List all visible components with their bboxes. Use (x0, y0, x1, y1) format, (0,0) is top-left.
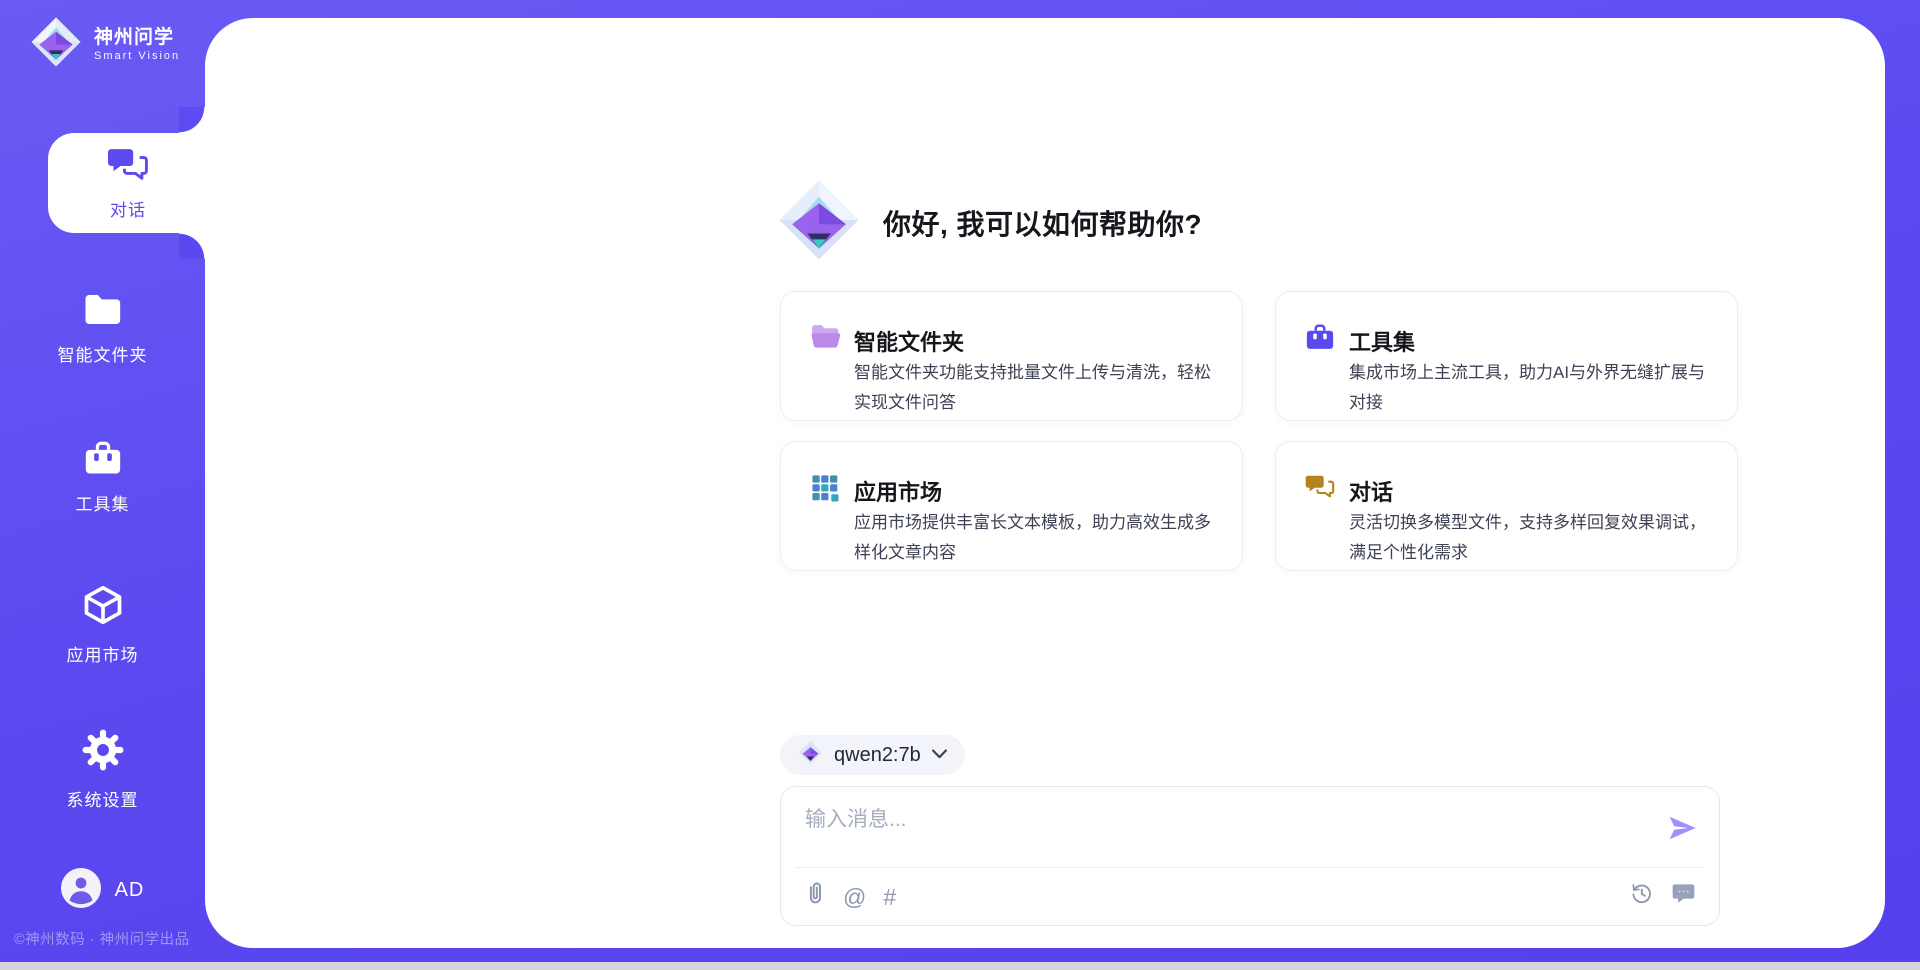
screen-bottom-edge (0, 962, 1920, 970)
card-title: 应用市场 (854, 475, 942, 507)
shortcut-cards: 智能文件夹 智能文件夹功能支持批量文件上传与清洗，轻松实现文件问答 工具集 集成… (780, 291, 1738, 571)
mention-icon[interactable]: @ (843, 884, 866, 910)
sidebar: 神州问学 Smart Vision 对话 智能文件夹 (0, 0, 205, 970)
smart-vision-diamond-icon (30, 16, 82, 73)
greeting: 你好, 我可以如何帮助你? (777, 178, 1202, 267)
tab-fillet-top (179, 107, 205, 133)
sidebar-item-app-market[interactable]: 应用市场 (0, 583, 205, 666)
sidebar-item-chat[interactable]: 对话 (48, 133, 208, 233)
chevron-down-icon (932, 746, 947, 764)
sidebar-item-toolset[interactable]: 工具集 (0, 440, 205, 515)
sidebar-item-label: 对话 (110, 196, 146, 221)
gear-icon (81, 728, 125, 777)
card-title: 对话 (1349, 475, 1393, 507)
chat-bubbles-icon (107, 145, 149, 190)
card-title: 工具集 (1349, 325, 1415, 357)
paperclip-icon[interactable] (804, 881, 826, 912)
user-profile[interactable]: AD (0, 868, 205, 913)
sidebar-item-smart-folder[interactable]: 智能文件夹 (0, 293, 205, 366)
sidebar-item-settings[interactable]: 系统设置 (0, 728, 205, 811)
history-clock-icon[interactable] (1629, 881, 1654, 911)
card-app-market[interactable]: 应用市场 应用市场提供丰富长文本模板，助力高效生成多样化文章内容 (780, 441, 1243, 571)
chat-filled-icon[interactable] (1671, 882, 1696, 911)
sidebar-item-label: 系统设置 (67, 786, 139, 811)
brand-logo: 神州问学 Smart Vision (30, 16, 180, 73)
greeting-title: 你好, 我可以如何帮助你? (883, 203, 1202, 243)
folder-open-icon (810, 323, 841, 356)
toolbox-icon (83, 440, 123, 481)
sidebar-item-label: 智能文件夹 (58, 341, 148, 366)
cube-icon (81, 583, 125, 632)
main-panel: 你好, 我可以如何帮助你? 智能文件夹 智能文件夹功能支持批量文件上传与清洗，轻… (205, 18, 1885, 948)
brand-name: 神州问学 (94, 27, 180, 50)
topic-icon[interactable]: # (883, 884, 896, 910)
model-name: qwen2:7b (834, 744, 921, 767)
user-name: AD (115, 879, 145, 902)
card-description: 应用市场提供丰富长文本模板，助力高效生成多样化文章内容 (854, 508, 1216, 568)
card-chat[interactable]: 对话 灵活切换多模型文件，支持多样回复效果调试，满足个性化需求 (1275, 441, 1738, 571)
card-description: 智能文件夹功能支持批量文件上传与清洗，轻松实现文件问答 (854, 358, 1216, 418)
toolbox-icon (1305, 323, 1335, 356)
sidebar-item-label: 工具集 (76, 490, 130, 515)
card-description: 灵活切换多模型文件，支持多样回复效果调试，满足个性化需求 (1349, 508, 1711, 568)
chat-bubbles-icon (1305, 473, 1335, 506)
card-title: 智能文件夹 (854, 325, 964, 357)
send-button[interactable] (1667, 813, 1697, 843)
folder-icon (83, 293, 123, 332)
smart-vision-diamond-icon (777, 178, 861, 267)
smart-vision-diamond-icon (798, 740, 823, 770)
card-smart-folder[interactable]: 智能文件夹 智能文件夹功能支持批量文件上传与清洗，轻松实现文件问答 (780, 291, 1243, 421)
message-input[interactable] (805, 803, 1635, 861)
composer-divider (795, 867, 1705, 868)
user-avatar-icon (61, 868, 101, 913)
sidebar-footer: ©神州数码 · 神州问学出品 (14, 928, 190, 949)
brand-subtitle: Smart Vision (94, 50, 180, 62)
sidebar-item-label: 应用市场 (67, 641, 139, 666)
model-selector[interactable]: qwen2:7b (780, 735, 965, 775)
app-grid-icon (810, 473, 839, 507)
tab-fillet-bottom (179, 233, 205, 259)
card-description: 集成市场上主流工具，助力AI与外界无缝扩展与对接 (1349, 358, 1711, 418)
card-toolset[interactable]: 工具集 集成市场上主流工具，助力AI与外界无缝扩展与对接 (1275, 291, 1738, 421)
message-composer: @ # (780, 786, 1720, 926)
